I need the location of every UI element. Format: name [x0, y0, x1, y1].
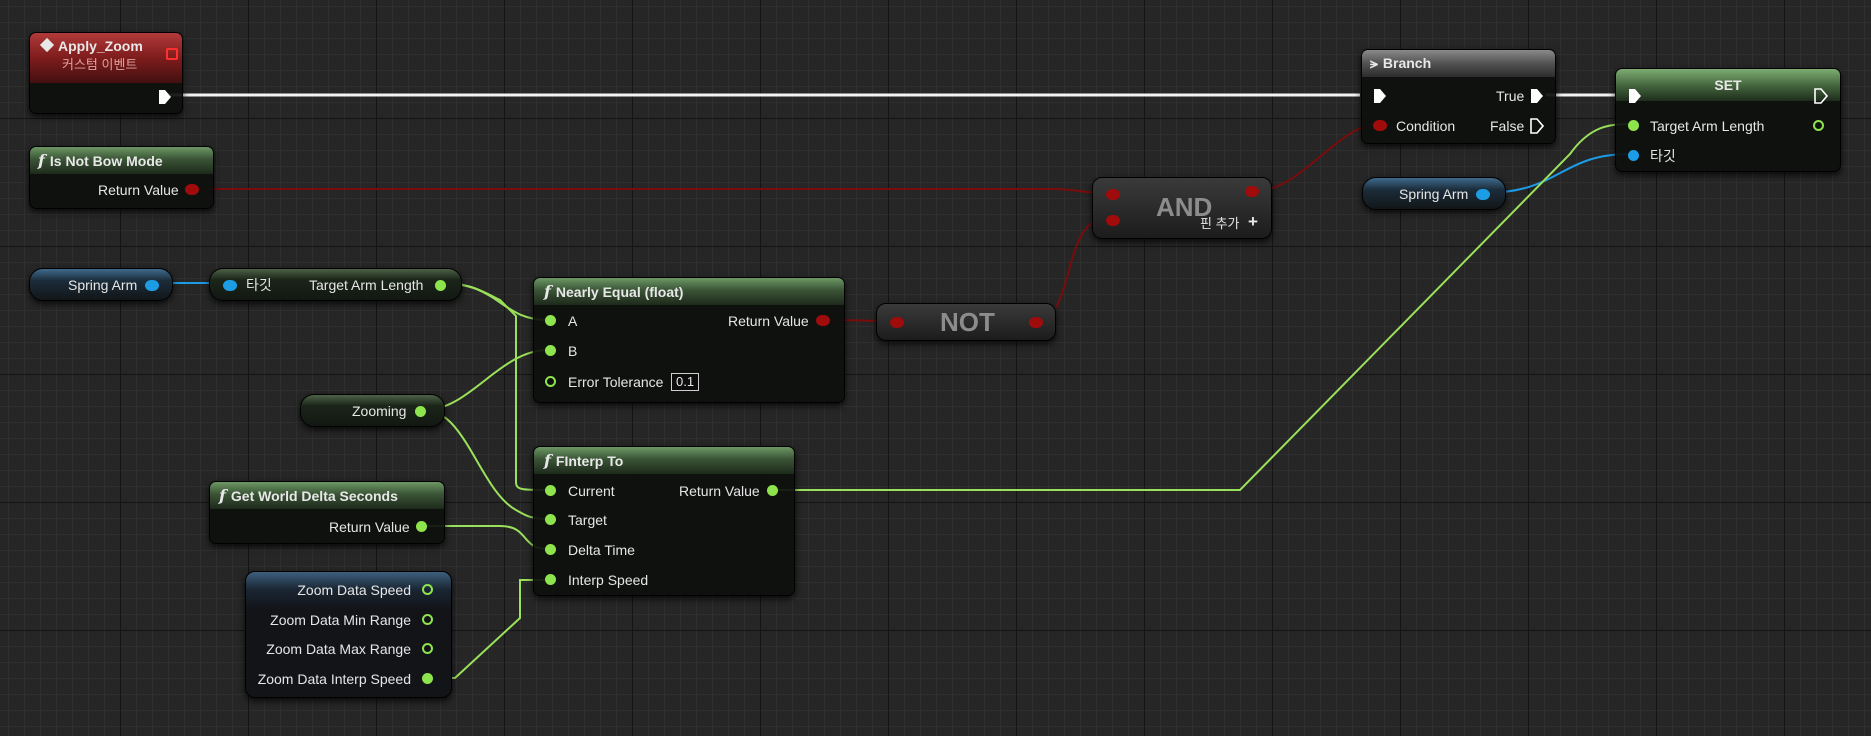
plus-icon[interactable]: +: [1248, 212, 1258, 232]
target-arm-length-out-pin[interactable]: [1813, 120, 1824, 131]
return-value-pin[interactable]: [185, 184, 199, 195]
nearly-equal-float-node[interactable]: f Nearly Equal (float) A Return Value B E…: [533, 277, 845, 403]
spring-arm-out-pin[interactable]: [145, 280, 159, 291]
not-node[interactable]: NOT: [876, 303, 1056, 341]
zoom-data-max-range-pin[interactable]: [422, 643, 433, 654]
add-pin-label[interactable]: 핀 추가: [1200, 216, 1240, 232]
target-in-pin[interactable]: [223, 280, 237, 291]
exec-in-pin[interactable]: [1628, 88, 1642, 104]
node-title: FInterp To: [555, 453, 624, 469]
error-tolerance-input[interactable]: 0.1: [671, 373, 700, 391]
zoom-data-interp-speed-label: Zoom Data Interp Speed: [257, 671, 411, 687]
exec-out-pin[interactable]: [1814, 88, 1828, 104]
and-output-pin[interactable]: [1245, 186, 1259, 197]
a-label: A: [568, 313, 578, 329]
current-label: Current: [568, 483, 615, 499]
target-label: Target: [568, 512, 607, 528]
false-label: False: [1490, 118, 1525, 134]
zoom-data-speed-pin[interactable]: [422, 584, 433, 595]
zooming-label: Zooming: [352, 403, 407, 419]
return-value-label: Return Value: [679, 483, 760, 499]
node-title: Branch: [1382, 55, 1432, 71]
branch-icon: ⪫: [1370, 55, 1378, 71]
zoom-data-speed-label: Zoom Data Speed: [297, 582, 411, 598]
current-pin[interactable]: [545, 485, 556, 496]
is-not-bow-mode-node[interactable]: f Is Not Bow Mode Return Value: [29, 146, 214, 209]
not-output-pin[interactable]: [1029, 317, 1043, 328]
event-title: Apply_Zoom: [58, 38, 143, 54]
target-arm-length-out-pin[interactable]: [435, 280, 446, 291]
error-tolerance-label: Error Tolerance: [568, 374, 664, 390]
zoom-data-max-range-label: Zoom Data Max Range: [266, 641, 411, 657]
return-value-pin[interactable]: [416, 521, 427, 532]
spring-arm-label: Spring Arm: [68, 277, 138, 293]
target-in-pin[interactable]: [1628, 150, 1639, 161]
true-label: True: [1496, 88, 1525, 104]
event-diamond-icon: [39, 37, 55, 53]
function-f-icon: f: [219, 486, 226, 505]
node-title: Is Not Bow Mode: [49, 153, 163, 169]
target-label: 타깃: [1650, 148, 1676, 164]
delta-time-label: Delta Time: [568, 542, 635, 558]
branch-node[interactable]: ⪫ Branch True Condition False: [1361, 49, 1556, 144]
bool-wire-isnotbowmode-to-and[interactable]: [190, 188, 1106, 194]
object-wire-springarm-to-set[interactable]: [1483, 153, 1631, 194]
target-label: 타깃: [246, 277, 272, 293]
condition-label: Condition: [1396, 118, 1456, 134]
and-node[interactable]: AND 핀 추가 +: [1092, 177, 1272, 239]
delegate-pin-icon[interactable]: [166, 48, 178, 60]
delta-time-pin[interactable]: [545, 544, 556, 555]
spring-arm-getter-left[interactable]: Spring Arm: [29, 268, 173, 301]
target-arm-length-in-pin[interactable]: [1628, 120, 1639, 131]
target-arm-length-label: Target Arm Length: [1650, 118, 1765, 134]
target-pin[interactable]: [545, 514, 556, 525]
exec-in-pin[interactable]: [1373, 88, 1387, 104]
return-value-label: Return Value: [728, 313, 809, 329]
finterp-to-node[interactable]: f FInterp To Current Return Value Target …: [533, 446, 795, 596]
get-world-delta-seconds-node[interactable]: f Get World Delta Seconds Return Value: [209, 481, 445, 544]
spring-arm-out-pin[interactable]: [1476, 189, 1490, 200]
float-wire-armlength-to-current[interactable]: [439, 282, 549, 491]
true-exec-out-pin[interactable]: [1530, 88, 1544, 104]
false-exec-out-pin[interactable]: [1530, 118, 1544, 134]
return-value-pin[interactable]: [816, 315, 830, 326]
interp-speed-pin[interactable]: [545, 574, 556, 585]
target-arm-length-getter-node[interactable]: 타깃 Target Arm Length: [209, 268, 462, 301]
return-value-pin[interactable]: [767, 485, 778, 496]
node-title: Nearly Equal (float): [555, 284, 684, 300]
zoom-data-min-range-label: Zoom Data Min Range: [270, 612, 411, 628]
spring-arm-label: Spring Arm: [1399, 186, 1469, 202]
interp-speed-label: Interp Speed: [568, 572, 649, 588]
return-value-label: Return Value: [98, 182, 179, 198]
function-f-icon: f: [544, 282, 551, 301]
node-title: Get World Delta Seconds: [230, 488, 398, 504]
function-f-icon: f: [544, 451, 551, 470]
error-tolerance-pin[interactable]: [545, 376, 556, 387]
set-target-arm-length-node[interactable]: SET Target Arm Length 타깃: [1615, 68, 1841, 172]
zoom-data-interp-speed-pin[interactable]: [422, 673, 433, 684]
spring-arm-getter-right[interactable]: Spring Arm: [1362, 177, 1506, 210]
node-title: SET: [1714, 77, 1742, 93]
b-pin[interactable]: [545, 345, 556, 356]
event-subtitle: 커스텀 이벤트: [62, 57, 138, 72]
a-pin[interactable]: [545, 315, 556, 326]
zooming-getter-node[interactable]: Zooming: [300, 394, 445, 427]
zoom-data-struct-node[interactable]: Zoom Data Speed Zoom Data Min Range Zoom…: [245, 571, 452, 698]
apply-zoom-event-node[interactable]: Apply_Zoom 커스텀 이벤트: [29, 32, 183, 114]
and-input-b-pin[interactable]: [1106, 215, 1120, 226]
not-label: NOT: [940, 307, 995, 337]
zooming-out-pin[interactable]: [415, 406, 426, 417]
exec-out-pin[interactable]: [158, 89, 172, 105]
function-f-icon: f: [38, 151, 45, 170]
b-label: B: [568, 343, 578, 359]
return-value-label: Return Value: [329, 519, 410, 535]
target-arm-length-label: Target Arm Length: [309, 277, 424, 293]
not-input-pin[interactable]: [890, 317, 904, 328]
condition-pin[interactable]: [1373, 120, 1387, 131]
zoom-data-min-range-pin[interactable]: [422, 614, 433, 625]
and-input-a-pin[interactable]: [1106, 189, 1120, 200]
